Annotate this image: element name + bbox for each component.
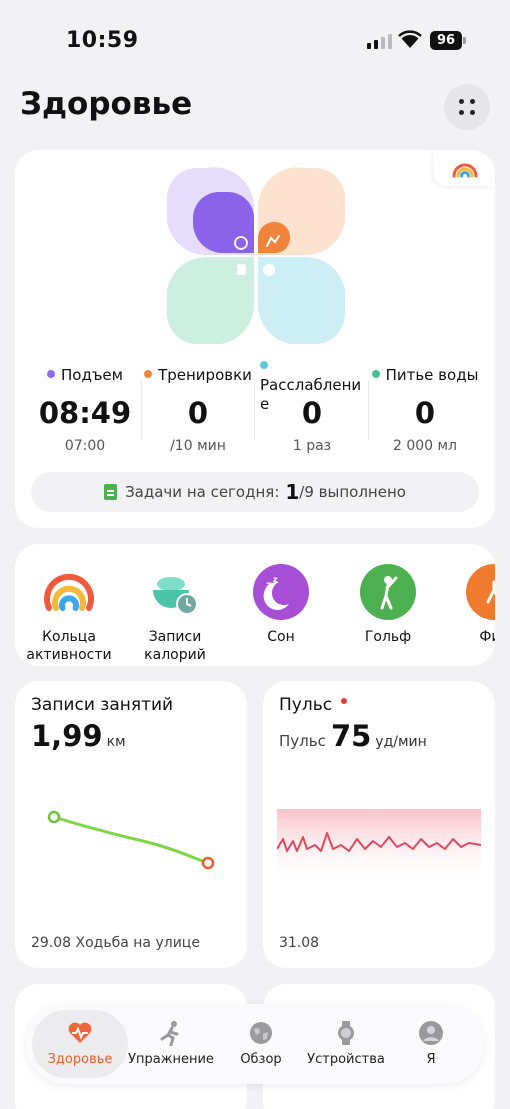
pulse-card[interactable]: Пульс Пульс 75 уд/мин 31.08 bbox=[263, 681, 495, 968]
status-bar: 10:59 96 bbox=[0, 0, 510, 80]
pulse-card-footer: 31.08 bbox=[279, 935, 320, 951]
water-icon bbox=[237, 264, 246, 275]
tab-label: Упражнение bbox=[128, 1052, 214, 1067]
page-title: Здоровье bbox=[20, 86, 193, 122]
battery-tip bbox=[463, 37, 466, 44]
bottom-tab-bar: Здоровье Упражнение Обзор Устройства Я bbox=[26, 1004, 484, 1084]
shortcut-label: Кольца активности bbox=[26, 629, 112, 663]
metric-workout: Тренировки bbox=[142, 366, 254, 385]
signal-icon bbox=[367, 33, 392, 49]
shortcut-label: Записи калорий bbox=[144, 629, 206, 663]
pulse-value: 75 bbox=[330, 719, 372, 753]
pulse-live-dot bbox=[341, 698, 348, 704]
heart-pulse-icon bbox=[68, 1022, 92, 1043]
workout-dot bbox=[144, 370, 153, 378]
svg-text:z: z bbox=[266, 580, 272, 591]
relax-icon bbox=[263, 264, 275, 276]
tab-me[interactable]: Я bbox=[386, 1004, 476, 1084]
route-end-marker bbox=[201, 856, 215, 870]
tab-overview[interactable]: Обзор bbox=[216, 1004, 306, 1084]
pulse-waveform-graph bbox=[277, 809, 481, 889]
activity-route-graph bbox=[47, 810, 215, 870]
tab-label: Устройства bbox=[307, 1052, 385, 1067]
activity-distance-value: 1,99 bbox=[31, 719, 103, 753]
metric-water-label: Питье воды bbox=[385, 366, 479, 384]
metric-relax-sub: 1 раз bbox=[292, 438, 332, 454]
metric-wake-label: Подъем bbox=[61, 366, 123, 384]
water-dot bbox=[371, 370, 380, 378]
sleep-moon-icon: z z bbox=[253, 564, 309, 620]
wifi-icon bbox=[398, 30, 422, 48]
activity-distance: 1,99 км bbox=[31, 719, 126, 753]
metric-water-sub: 2 000 мл bbox=[392, 438, 458, 454]
activity-card-title: Записи занятий bbox=[31, 695, 174, 715]
metric-water: Питье воды bbox=[369, 366, 481, 385]
calorie-bowl-icon bbox=[147, 564, 203, 620]
activity-records-card[interactable]: Записи занятий 1,99 км 29.08 Ходьба на ул… bbox=[15, 681, 247, 968]
profile-icon bbox=[419, 1021, 443, 1045]
fitness-icon bbox=[466, 564, 495, 620]
relax-dot bbox=[260, 361, 268, 369]
pulse-prefix: Пульс bbox=[279, 732, 326, 750]
tasks-prefix: Задачи на сегодня: bbox=[125, 483, 280, 501]
activity-rings-icon bbox=[41, 564, 97, 620]
status-time: 10:59 bbox=[66, 28, 139, 53]
clover-fill-workout bbox=[258, 222, 290, 253]
shortcut-calories[interactable]: Записи калорий bbox=[120, 564, 230, 664]
shortcut-golf[interactable]: Гольф bbox=[333, 564, 443, 646]
running-icon bbox=[160, 1021, 179, 1046]
metric-workout-sub: /10 мин bbox=[170, 438, 226, 454]
activity-rings-shortcut[interactable] bbox=[433, 150, 495, 186]
tab-label: Я bbox=[426, 1052, 436, 1067]
route-start-marker bbox=[47, 810, 61, 824]
shortcut-activity-rings[interactable]: Кольца активности bbox=[15, 564, 124, 664]
shortcut-sleep[interactable]: z z Сон bbox=[226, 564, 336, 646]
pulse-unit: уд/мин bbox=[375, 734, 427, 750]
pulse-card-title: Пульс bbox=[279, 695, 333, 715]
tab-label: Обзор bbox=[240, 1052, 282, 1067]
activity-distance-unit: км bbox=[106, 734, 126, 750]
metric-wake-value: 08:49 bbox=[38, 396, 132, 430]
tab-label: Здоровье bbox=[47, 1052, 113, 1067]
globe-icon bbox=[250, 1022, 272, 1044]
tasks-done-count: 1 bbox=[285, 480, 300, 504]
clover-fill-wake bbox=[193, 192, 254, 253]
tab-exercise[interactable]: Упражнение bbox=[126, 1004, 216, 1084]
battery-icon: 96 bbox=[430, 31, 462, 50]
tasks-document-icon bbox=[104, 484, 118, 500]
health-clover-chart[interactable] bbox=[167, 166, 345, 344]
shortcut-label: Сон bbox=[267, 629, 295, 645]
metric-wake-sub: 07:00 bbox=[64, 438, 106, 454]
activity-card-footer: 29.08 Ходьба на улице bbox=[31, 935, 200, 951]
shortcut-label: Фит bbox=[479, 629, 495, 645]
more-options-button[interactable] bbox=[444, 84, 490, 130]
tasks-suffix: /9 выполнено bbox=[299, 483, 406, 501]
shortcut-fitness[interactable]: Фит bbox=[439, 564, 495, 646]
today-tasks-bar[interactable]: Задачи на сегодня: 1 /9 выполнено bbox=[31, 472, 479, 512]
metric-relax-value: 0 bbox=[301, 396, 323, 430]
wake-dot bbox=[47, 370, 55, 378]
shortcut-label: Гольф bbox=[364, 629, 412, 645]
metric-divider bbox=[254, 380, 255, 440]
tab-health[interactable]: Здоровье bbox=[32, 1010, 128, 1078]
svg-text:z: z bbox=[273, 575, 278, 584]
metric-water-value: 0 bbox=[414, 396, 436, 430]
golf-icon bbox=[360, 564, 416, 620]
shortcuts-card: Кольца активности Записи калорий z z Сон bbox=[15, 544, 495, 666]
tab-devices[interactable]: Устройства bbox=[301, 1004, 391, 1084]
watch-icon bbox=[338, 1021, 354, 1045]
pulse-reading: Пульс 75 уд/мин bbox=[279, 719, 427, 753]
activity-rings-icon bbox=[452, 163, 478, 178]
metric-workout-label: Тренировки bbox=[158, 366, 252, 384]
metric-workout-value: 0 bbox=[187, 396, 209, 430]
